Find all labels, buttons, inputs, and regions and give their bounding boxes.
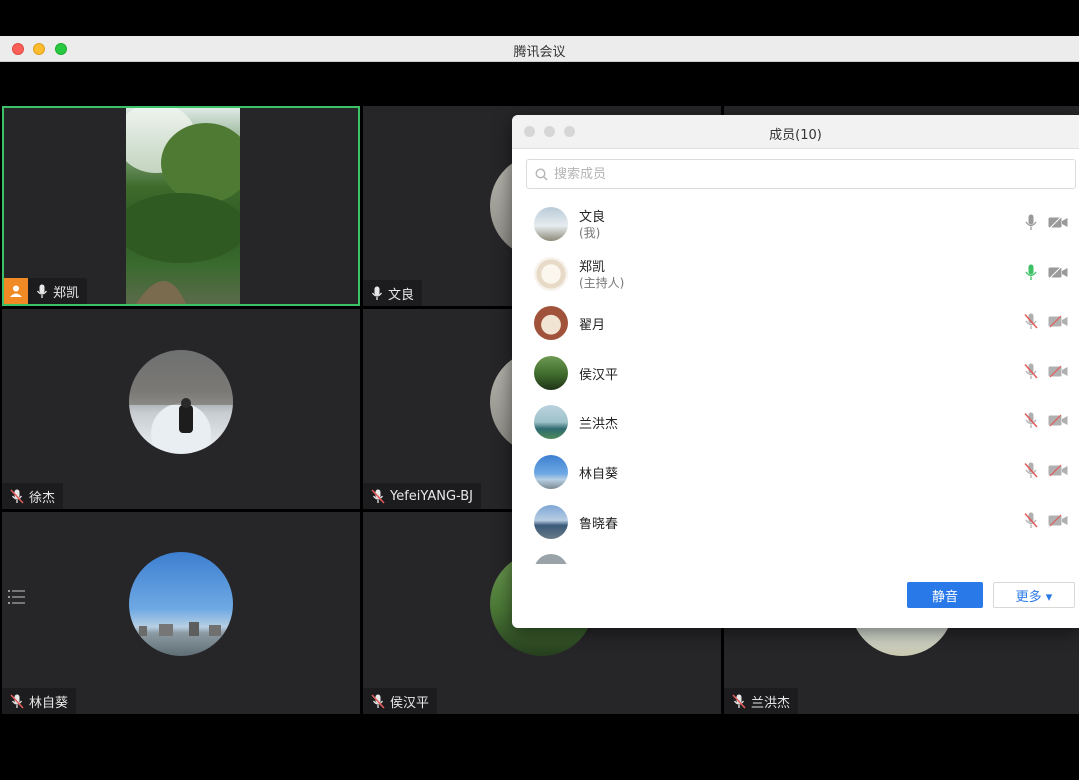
member-name: 兰洪杰: [579, 417, 619, 433]
camera-off-icon[interactable]: [1048, 365, 1068, 378]
name-tag: 林自葵: [2, 688, 77, 714]
member-role: (主持人): [579, 275, 625, 290]
participant-name: 侯汉平: [390, 695, 430, 711]
member-avatar: [534, 256, 568, 291]
name-tag: YefeiYANG-BJ: [363, 483, 482, 509]
member-avatar: [534, 454, 568, 489]
search-icon: [535, 167, 548, 180]
participant-name: 兰洪杰: [751, 695, 791, 711]
name-tag: 兰洪杰: [724, 688, 799, 714]
user-icon: [10, 285, 22, 297]
member-row[interactable]: 郑凯 (主持人): [512, 249, 1079, 299]
mic-muted-icon: [732, 693, 746, 709]
mic-icon[interactable]: [1024, 214, 1038, 231]
participant-name: 郑凯: [53, 285, 80, 301]
participant-avatar: [129, 552, 233, 656]
member-name: 侯汉平: [579, 367, 619, 383]
window-title: 腾讯会议: [513, 45, 566, 60]
host-badge: [4, 278, 28, 304]
mic-muted-icon: [371, 693, 385, 709]
mic-muted-icon[interactable]: [1024, 412, 1038, 429]
member-name: 鲁晓春: [579, 516, 619, 532]
mic-muted-icon: [371, 488, 385, 504]
member-row[interactable]: 兰洪杰: [512, 397, 1079, 447]
camera-off-icon[interactable]: [1048, 414, 1068, 427]
camera-off-icon[interactable]: [1048, 315, 1068, 328]
mic-muted-icon[interactable]: [1024, 462, 1038, 479]
mic-icon: [36, 284, 48, 298]
member-name: 郑凯: [579, 259, 606, 275]
member-avatar: [534, 405, 568, 440]
camera-off-icon[interactable]: [1048, 464, 1068, 477]
member-role: (我): [579, 226, 601, 240]
member-search: [526, 159, 1076, 189]
member-search-input[interactable]: [554, 166, 1034, 182]
mic-muted-icon[interactable]: [1024, 313, 1038, 330]
member-list: 文良 (我) 郑凯 (主持人) 翟月 侯汉平 兰洪杰 林自葵 鲁晓春: [512, 199, 1079, 564]
member-name: 林自葵: [579, 466, 619, 482]
member-row-partial[interactable]: [512, 546, 1079, 564]
mic-muted-icon: [10, 488, 24, 504]
mic-muted-icon[interactable]: [1024, 363, 1038, 380]
video-tile-xujie[interactable]: 徐杰: [2, 309, 360, 509]
video-tile-zhengkai[interactable]: 郑凯: [2, 106, 360, 306]
list-icon[interactable]: [6, 586, 28, 608]
camera-off-icon[interactable]: [1048, 514, 1068, 527]
mic-muted-icon[interactable]: [1024, 512, 1038, 529]
member-row[interactable]: 文良 (我): [512, 199, 1079, 249]
video-tile-linzikui[interactable]: 林自葵: [2, 512, 360, 714]
name-tag: 郑凯: [28, 278, 88, 304]
member-avatar: [534, 207, 568, 241]
name-tag: 文良: [363, 280, 423, 306]
camera-off-icon[interactable]: [1048, 266, 1068, 279]
member-row[interactable]: 林自葵: [512, 447, 1079, 497]
avatar-image: [129, 350, 233, 433]
member-name: 翟月: [579, 318, 606, 334]
participant-avatar: [129, 350, 233, 454]
name-tag: 徐杰: [2, 483, 64, 509]
participant-name: YefeiYANG-BJ: [390, 488, 474, 504]
name-tag: 侯汉平: [363, 688, 438, 714]
avatar-image: [139, 622, 221, 636]
members-panel: 成员(10) 文良 (我) 郑凯 (主持人): [512, 115, 1079, 628]
member-avatar: [534, 554, 568, 564]
panel-header: 成员(10): [512, 115, 1079, 149]
panel-title: 成员(10): [769, 128, 822, 143]
member-avatar: [534, 504, 568, 539]
member-row[interactable]: 翟月: [512, 298, 1079, 348]
mic-active-icon[interactable]: [1024, 264, 1038, 281]
participant-name: 徐杰: [29, 490, 56, 506]
member-name: 文良: [579, 210, 606, 225]
mute-all-button[interactable]: 静音: [907, 582, 983, 608]
member-row[interactable]: 侯汉平: [512, 348, 1079, 398]
mic-icon: [371, 286, 383, 300]
member-row[interactable]: 鲁晓春: [512, 497, 1079, 547]
member-avatar: [534, 355, 568, 390]
meeting-window: 腾讯会议 郑凯 文良 徐杰 YefeiYANG-BJ 林自葵 侯汉平 兰洪杰 成…: [0, 0, 1079, 780]
mic-muted-icon: [10, 693, 24, 709]
title-bar: 腾讯会议: [0, 36, 1079, 62]
more-button[interactable]: 更多 ▾: [993, 582, 1075, 608]
member-avatar: [534, 306, 568, 341]
participant-name: 林自葵: [29, 695, 69, 711]
video-scene-image: [116, 108, 251, 304]
participant-name: 文良: [388, 287, 415, 303]
video-stream: [116, 108, 251, 304]
camera-off-icon[interactable]: [1048, 216, 1068, 229]
